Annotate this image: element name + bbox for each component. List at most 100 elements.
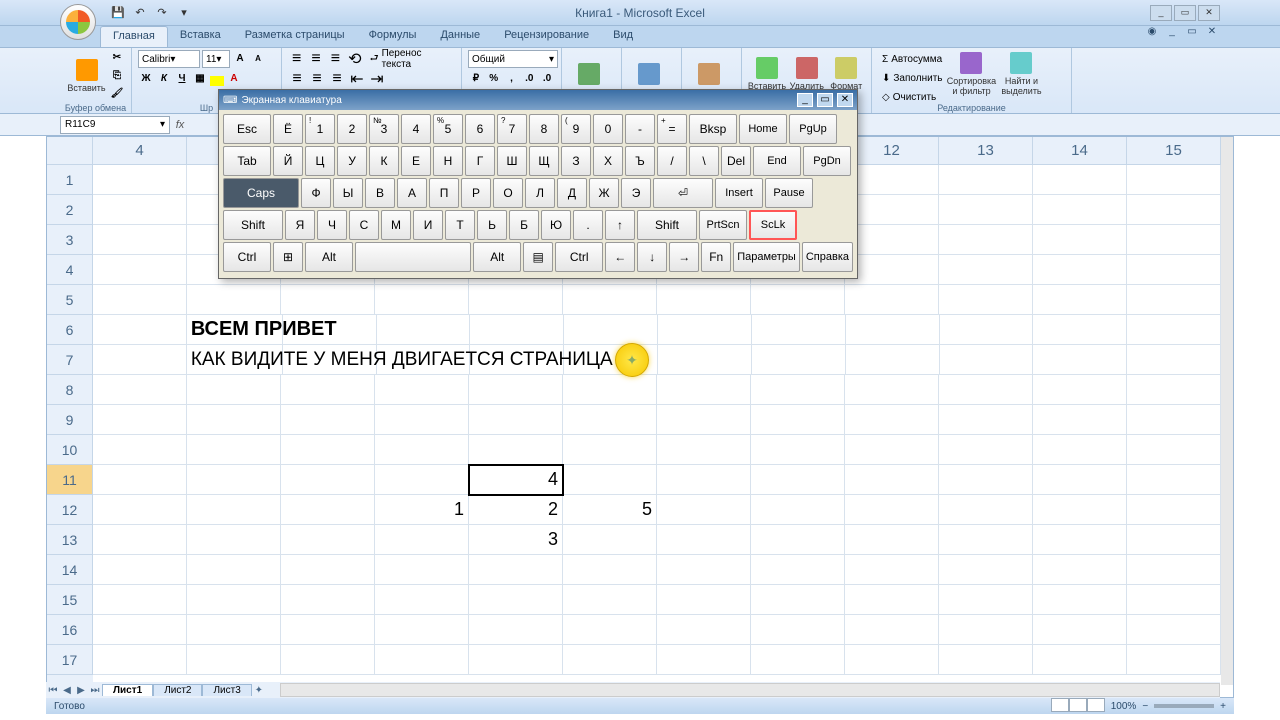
fx-icon[interactable]: fx — [170, 119, 190, 131]
key-Tab[interactable]: Tab — [223, 146, 271, 176]
key-4[interactable]: 4 — [401, 114, 431, 144]
key-/[interactable]: / — [657, 146, 687, 176]
sheet-nav-prev[interactable]: ◀ — [60, 685, 74, 696]
key-В[interactable]: В — [365, 178, 395, 208]
tab-view[interactable]: Вид — [601, 26, 645, 47]
font-color-icon[interactable]: A — [226, 71, 242, 87]
row-header[interactable]: 1 — [47, 165, 93, 195]
key-Caps[interactable]: Caps — [223, 178, 299, 208]
row-header[interactable]: 15 — [47, 585, 93, 615]
key-Ы[interactable]: Ы — [333, 178, 363, 208]
tab-insert[interactable]: Вставка — [168, 26, 233, 47]
minimize-ribbon-icon[interactable]: _ — [1164, 26, 1180, 42]
key-Insert[interactable]: Insert — [715, 178, 763, 208]
key-Ctrl[interactable]: Ctrl — [555, 242, 603, 272]
key-5[interactable]: %5 — [433, 114, 463, 144]
key-End[interactable]: End — [753, 146, 801, 176]
sheet-nav-next[interactable]: ▶ — [74, 685, 88, 696]
key-→[interactable]: → — [669, 242, 699, 272]
office-button[interactable] — [60, 4, 96, 40]
select-all-corner[interactable] — [47, 137, 93, 165]
fill-button[interactable]: ⬇Заполнить — [878, 69, 946, 87]
align-top-icon[interactable]: ≡ — [288, 51, 305, 67]
key-М[interactable]: М — [381, 210, 411, 240]
key--[interactable]: - — [625, 114, 655, 144]
row-header[interactable]: 8 — [47, 375, 93, 405]
key-⏎[interactable]: ⏎ — [653, 178, 713, 208]
name-box[interactable]: R11C9▾ — [60, 116, 170, 134]
zoom-level[interactable]: 100% — [1111, 701, 1137, 712]
increase-decimal-icon[interactable]: .0 — [521, 71, 537, 87]
zoom-in-icon[interactable]: + — [1220, 701, 1226, 712]
align-center-icon[interactable]: ≡ — [308, 71, 326, 87]
key-Справка[interactable]: Справка — [802, 242, 853, 272]
key-⊞[interactable]: ⊞ — [273, 242, 303, 272]
comma-icon[interactable]: , — [504, 71, 520, 87]
active-cell[interactable]: 4 — [469, 465, 563, 495]
key-С[interactable]: С — [349, 210, 379, 240]
key-1[interactable]: !1 — [305, 114, 335, 144]
format-painter-icon[interactable]: 🖌 — [109, 86, 125, 102]
redo-icon[interactable]: ↷ — [154, 5, 170, 21]
key-Del[interactable]: Del — [721, 146, 751, 176]
key-Д[interactable]: Д — [557, 178, 587, 208]
key-Х[interactable]: Х — [593, 146, 623, 176]
cell[interactable]: 3 — [469, 525, 563, 555]
key-Ц[interactable]: Ц — [305, 146, 335, 176]
row-header[interactable]: 7 — [47, 345, 93, 375]
col-header[interactable]: 4 — [93, 137, 187, 165]
close-doc-icon[interactable]: ✕ — [1204, 26, 1220, 42]
decrease-indent-icon[interactable]: ⇤ — [348, 71, 366, 87]
cut-icon[interactable]: ✂ — [109, 50, 125, 66]
key-Т[interactable]: Т — [445, 210, 475, 240]
tab-review[interactable]: Рецензирование — [492, 26, 601, 47]
key-Home[interactable]: Home — [739, 114, 787, 144]
col-header[interactable]: 13 — [939, 137, 1033, 165]
key-Ю[interactable]: Ю — [541, 210, 571, 240]
key-Pause[interactable]: Pause — [765, 178, 813, 208]
key-К[interactable]: К — [369, 146, 399, 176]
tab-data[interactable]: Данные — [428, 26, 492, 47]
key-↓[interactable]: ↓ — [637, 242, 667, 272]
align-right-icon[interactable]: ≡ — [328, 71, 346, 87]
zoom-out-icon[interactable]: − — [1142, 701, 1148, 712]
key-PgDn[interactable]: PgDn — [803, 146, 851, 176]
key-Fn[interactable]: Fn — [701, 242, 731, 272]
key-Bksp[interactable]: Bksp — [689, 114, 737, 144]
key-PrtScn[interactable]: PrtScn — [699, 210, 747, 240]
key-=[interactable]: += — [657, 114, 687, 144]
horizontal-scrollbar[interactable] — [280, 682, 1220, 698]
key-Р[interactable]: Р — [461, 178, 491, 208]
row-header[interactable]: 12 — [47, 495, 93, 525]
row-header[interactable]: 2 — [47, 195, 93, 225]
cell[interactable]: 1 — [375, 495, 469, 525]
cell-text[interactable]: ВСЕМ ПРИВЕТ — [187, 315, 283, 345]
currency-icon[interactable]: ₽ — [468, 71, 484, 87]
restore-doc-icon[interactable]: ▭ — [1184, 26, 1200, 42]
grow-font-icon[interactable]: A — [232, 51, 248, 67]
border-icon[interactable]: ▦ — [192, 71, 208, 87]
sheet-nav-first[interactable]: ⏮ — [46, 685, 60, 696]
align-bottom-icon[interactable]: ≡ — [327, 51, 344, 67]
cell-text[interactable]: КАК ВИДИТЕ У МЕНЯ ДВИГАЕТСЯ СТРАНИЦА — [187, 345, 283, 375]
sort-filter-button[interactable]: Сортировка и фильтр — [946, 50, 996, 98]
key-У[interactable]: У — [337, 146, 367, 176]
key-space[interactable] — [355, 242, 471, 272]
key-7[interactable]: ?7 — [497, 114, 527, 144]
key-Я[interactable]: Я — [285, 210, 315, 240]
help-icon[interactable]: ◉ — [1144, 26, 1160, 42]
key-И[interactable]: И — [413, 210, 443, 240]
row-header[interactable]: 4 — [47, 255, 93, 285]
osk-maximize[interactable]: ▭ — [817, 93, 833, 107]
find-select-button[interactable]: Найти и выделить — [996, 50, 1046, 98]
col-header[interactable]: 12 — [845, 137, 939, 165]
col-header[interactable]: 14 — [1033, 137, 1127, 165]
key-.[interactable]: . — [573, 210, 603, 240]
row-header[interactable]: 17 — [47, 645, 93, 675]
key-PgUp[interactable]: PgUp — [789, 114, 837, 144]
key-\[interactable]: \ — [689, 146, 719, 176]
zoom-slider[interactable] — [1154, 704, 1214, 708]
key-6[interactable]: 6 — [465, 114, 495, 144]
undo-icon[interactable]: ↶ — [132, 5, 148, 21]
key-Alt[interactable]: Alt — [473, 242, 521, 272]
